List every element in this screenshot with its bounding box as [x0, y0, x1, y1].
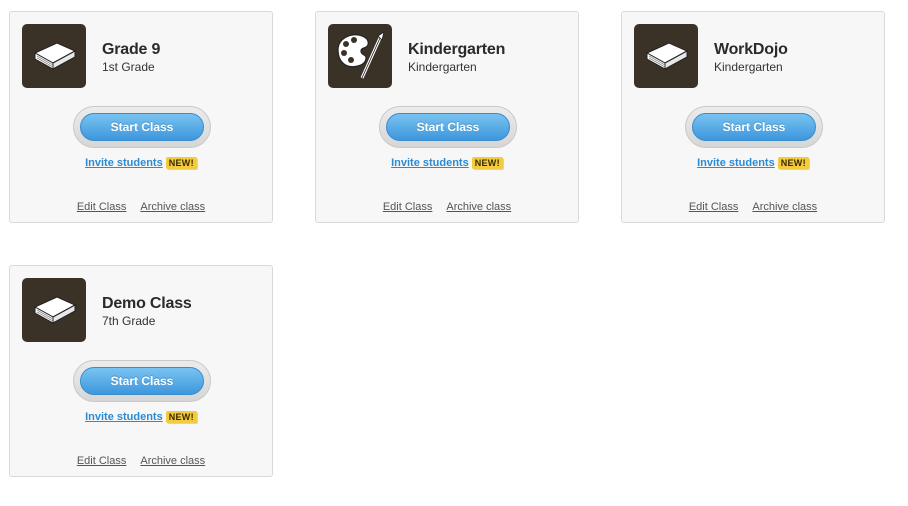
class-card: Demo Class 7th Grade Start Class Invite …	[9, 265, 273, 477]
class-grade: Kindergarten	[714, 60, 783, 74]
class-grid: Grade 9 1st Grade Start Class Invite stu…	[0, 0, 908, 506]
book-icon	[22, 278, 86, 342]
edit-class-link[interactable]: Edit Class	[77, 201, 127, 213]
invite-students-link[interactable]: Invite students	[697, 157, 775, 169]
start-class-button[interactable]: Start Class	[386, 113, 510, 141]
new-badge: NEW!	[165, 157, 197, 169]
class-grade: 1st Grade	[102, 60, 155, 74]
class-title: WorkDojo	[714, 41, 788, 58]
new-badge: NEW!	[165, 411, 197, 423]
archive-class-link[interactable]: Archive class	[446, 201, 511, 213]
start-class-button[interactable]: Start Class	[80, 113, 204, 141]
class-grade: 7th Grade	[102, 314, 156, 328]
edit-class-link[interactable]: Edit Class	[689, 201, 739, 213]
class-title: Kindergarten	[408, 41, 506, 58]
start-class-button-frame: Start Class	[685, 106, 823, 148]
archive-class-link[interactable]: Archive class	[140, 455, 205, 467]
invite-row: Invite students NEW!	[10, 157, 272, 169]
book-icon	[22, 24, 86, 88]
invite-row: Invite students NEW!	[10, 411, 272, 423]
book-icon	[634, 24, 698, 88]
start-class-button-frame: Start Class	[379, 106, 517, 148]
invite-row: Invite students NEW!	[622, 157, 884, 169]
edit-class-link[interactable]: Edit Class	[77, 455, 127, 467]
paint-palette-icon	[328, 24, 392, 88]
start-class-button-frame: Start Class	[73, 106, 211, 148]
start-class-button[interactable]: Start Class	[80, 367, 204, 395]
class-actions: Edit Class Archive class	[10, 455, 272, 467]
class-actions: Edit Class Archive class	[316, 201, 578, 213]
new-badge: NEW!	[777, 157, 809, 169]
new-badge: NEW!	[471, 157, 503, 169]
class-grade: Kindergarten	[408, 60, 477, 74]
class-card: Grade 9 1st Grade Start Class Invite stu…	[9, 11, 273, 223]
invite-students-link[interactable]: Invite students	[85, 157, 163, 169]
invite-students-link[interactable]: Invite students	[391, 157, 469, 169]
class-actions: Edit Class Archive class	[622, 201, 884, 213]
start-class-button[interactable]: Start Class	[692, 113, 816, 141]
class-title: Demo Class	[102, 295, 192, 312]
start-class-button-frame: Start Class	[73, 360, 211, 402]
class-title: Grade 9	[102, 41, 161, 58]
edit-class-link[interactable]: Edit Class	[383, 201, 433, 213]
class-card: Kindergarten Kindergarten Start Class In…	[315, 11, 579, 223]
invite-students-link[interactable]: Invite students	[85, 411, 163, 423]
class-actions: Edit Class Archive class	[10, 201, 272, 213]
invite-row: Invite students NEW!	[316, 157, 578, 169]
archive-class-link[interactable]: Archive class	[752, 201, 817, 213]
class-card: WorkDojo Kindergarten Start Class Invite…	[621, 11, 885, 223]
archive-class-link[interactable]: Archive class	[140, 201, 205, 213]
